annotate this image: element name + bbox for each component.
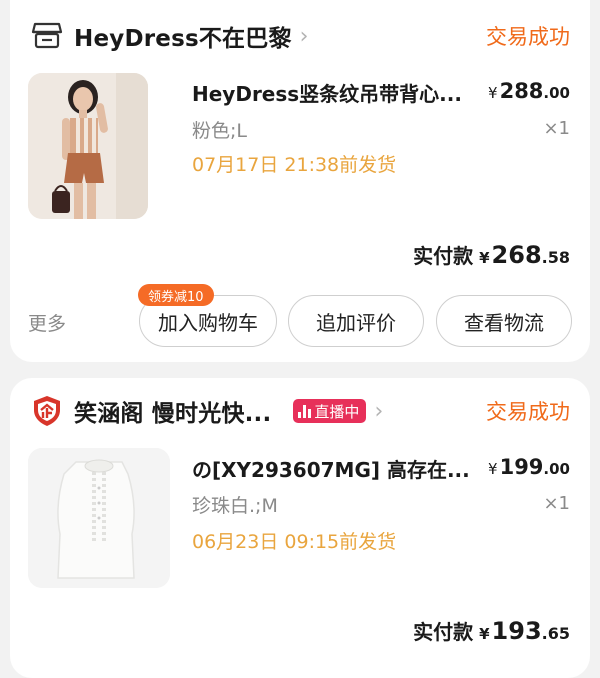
shop-header[interactable]: HeyDress不在巴黎 › 交易成功 [30, 16, 570, 56]
order-status: 交易成功 [486, 25, 570, 49]
shop-name: HeyDress不在巴黎 [74, 26, 292, 52]
view-logistics-button[interactable]: 查看物流 [436, 295, 572, 347]
product-price: ¥199.00 [488, 455, 570, 479]
enterprise-shield-icon [30, 394, 64, 428]
live-bars-icon [298, 404, 312, 418]
more-button[interactable]: 更多 [28, 309, 66, 336]
live-badge[interactable]: 直播中 [293, 399, 367, 423]
paid-amount: 实付款 ¥268.58 [413, 241, 570, 269]
paid-amount: 实付款 ¥193.65 [413, 617, 570, 645]
product-image[interactable] [28, 448, 170, 588]
order-card: HeyDress不在巴黎 › 交易成功 HeyDress竖条纹吊带背心... ¥… [10, 0, 590, 362]
product-quantity: ×1 [543, 493, 570, 514]
product-title[interactable]: の[XY293607MG] 高存在... [192, 454, 470, 483]
ship-time: 07月17日 21:38前发货 [192, 154, 397, 176]
chevron-right-icon: › [299, 23, 309, 49]
product-price: ¥288.00 [488, 79, 570, 103]
product-variant: 珍珠白.;M [192, 495, 278, 517]
store-icon [30, 19, 64, 53]
product-variant: 粉色;L [192, 120, 247, 142]
product-image[interactable] [28, 73, 148, 219]
order-card: 笑涵阁 慢时光快... 直播中 › 交易成功 の[XY293607MG] 高存在… [10, 378, 590, 678]
shop-name: 笑涵阁 慢时光快... [74, 401, 272, 427]
add-review-button[interactable]: 追加评价 [288, 295, 424, 347]
order-status: 交易成功 [486, 400, 570, 424]
chevron-right-icon: › [374, 398, 384, 424]
shop-header[interactable]: 笑涵阁 慢时光快... 直播中 › 交易成功 [30, 391, 570, 431]
ship-time: 06月23日 09:15前发货 [192, 531, 397, 553]
product-title[interactable]: HeyDress竖条纹吊带背心... [192, 78, 462, 107]
coupon-badge: 领券减10 [138, 284, 214, 306]
product-quantity: ×1 [543, 118, 570, 139]
